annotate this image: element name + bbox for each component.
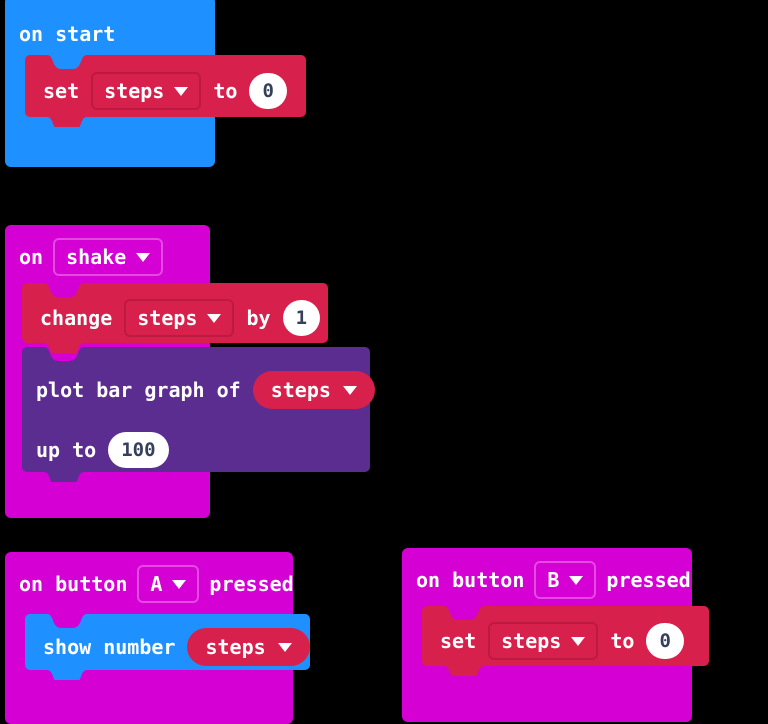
up-to-label: up to <box>36 438 97 462</box>
chevron-down-icon <box>571 636 586 646</box>
set-b-block-content: set steps to 0 <box>422 606 684 676</box>
plot-bar-graph-block[interactable]: plot bar graph of steps up to 100 <box>22 347 375 482</box>
to-keyword-label: to <box>213 79 238 103</box>
button-b-dropdown[interactable]: B <box>534 561 597 599</box>
chevron-down-icon <box>569 575 584 585</box>
pressed-label-b: pressed <box>606 568 691 592</box>
chevron-down-icon <box>207 313 222 323</box>
on-start-label: on start <box>19 22 116 46</box>
plot-variable-reporter[interactable]: steps <box>252 371 375 409</box>
button-b-name: B <box>547 568 560 592</box>
change-block-content: change steps by 1 <box>22 283 321 353</box>
set-steps-to-0-b-block[interactable]: set steps to 0 <box>422 606 709 676</box>
blocks-workspace[interactable]: on start set steps to 0 on shake change … <box>0 0 768 724</box>
shake-event-dropdown[interactable]: shake <box>53 238 164 276</box>
set-variable-name: steps <box>104 79 165 103</box>
plot-block-line-2: up to 100 <box>36 432 169 468</box>
plot-bar-graph-of-label: plot bar graph of <box>36 378 241 402</box>
set-b-variable-dropdown[interactable]: steps <box>488 622 599 660</box>
set-keyword-label: set <box>43 79 80 103</box>
shake-event-name: shake <box>66 245 127 269</box>
on-keyword-label: on <box>19 245 44 269</box>
change-variable-dropdown[interactable]: steps <box>124 299 235 337</box>
chevron-down-icon <box>174 86 189 96</box>
by-keyword-label: by <box>246 306 271 330</box>
show-number-variable-reporter[interactable]: steps <box>187 628 310 666</box>
show-number-block[interactable]: show number steps <box>25 552 310 680</box>
set-keyword-label-b: set <box>440 629 477 653</box>
chevron-down-icon <box>342 385 357 395</box>
set-steps-to-0-block[interactable]: set steps to 0 <box>25 55 306 127</box>
set-b-variable-name: steps <box>501 629 562 653</box>
show-number-content: show number steps <box>25 614 310 680</box>
set-variable-dropdown[interactable]: steps <box>91 72 202 110</box>
script-on-start[interactable]: on start set steps to 0 <box>5 0 306 171</box>
set-block-content: set steps to 0 <box>25 55 287 127</box>
to-keyword-label-b: to <box>610 629 635 653</box>
on-shake-header: on shake <box>5 229 164 285</box>
set-value-input[interactable]: 0 <box>249 73 287 109</box>
change-value-input[interactable]: 1 <box>282 300 321 336</box>
on-start-header: on start <box>5 6 115 62</box>
chevron-down-icon <box>277 642 292 652</box>
on-button-b-header: on button B pressed <box>402 552 691 608</box>
change-steps-by-block[interactable]: change steps by 1 <box>22 283 328 353</box>
script-on-button-a[interactable]: on button A pressed show number steps <box>5 552 315 724</box>
plot-max-input[interactable]: 100 <box>108 432 169 468</box>
on-button-label-b: on button <box>416 568 525 592</box>
change-keyword-label: change <box>40 306 113 330</box>
show-number-variable-name: steps <box>205 635 266 659</box>
plot-block-line-1: plot bar graph of steps <box>36 371 375 409</box>
script-on-shake[interactable]: on shake change steps by 1 plot bar grap… <box>5 225 375 520</box>
set-b-value-input[interactable]: 0 <box>646 623 684 659</box>
chevron-down-icon <box>136 252 151 262</box>
show-number-label: show number <box>43 635 176 659</box>
change-variable-name: steps <box>137 306 198 330</box>
plot-variable-name: steps <box>270 378 331 402</box>
script-on-button-b[interactable]: on button B pressed set steps to 0 <box>402 548 712 722</box>
plot-block-content: plot bar graph of steps up to 100 <box>22 347 375 482</box>
